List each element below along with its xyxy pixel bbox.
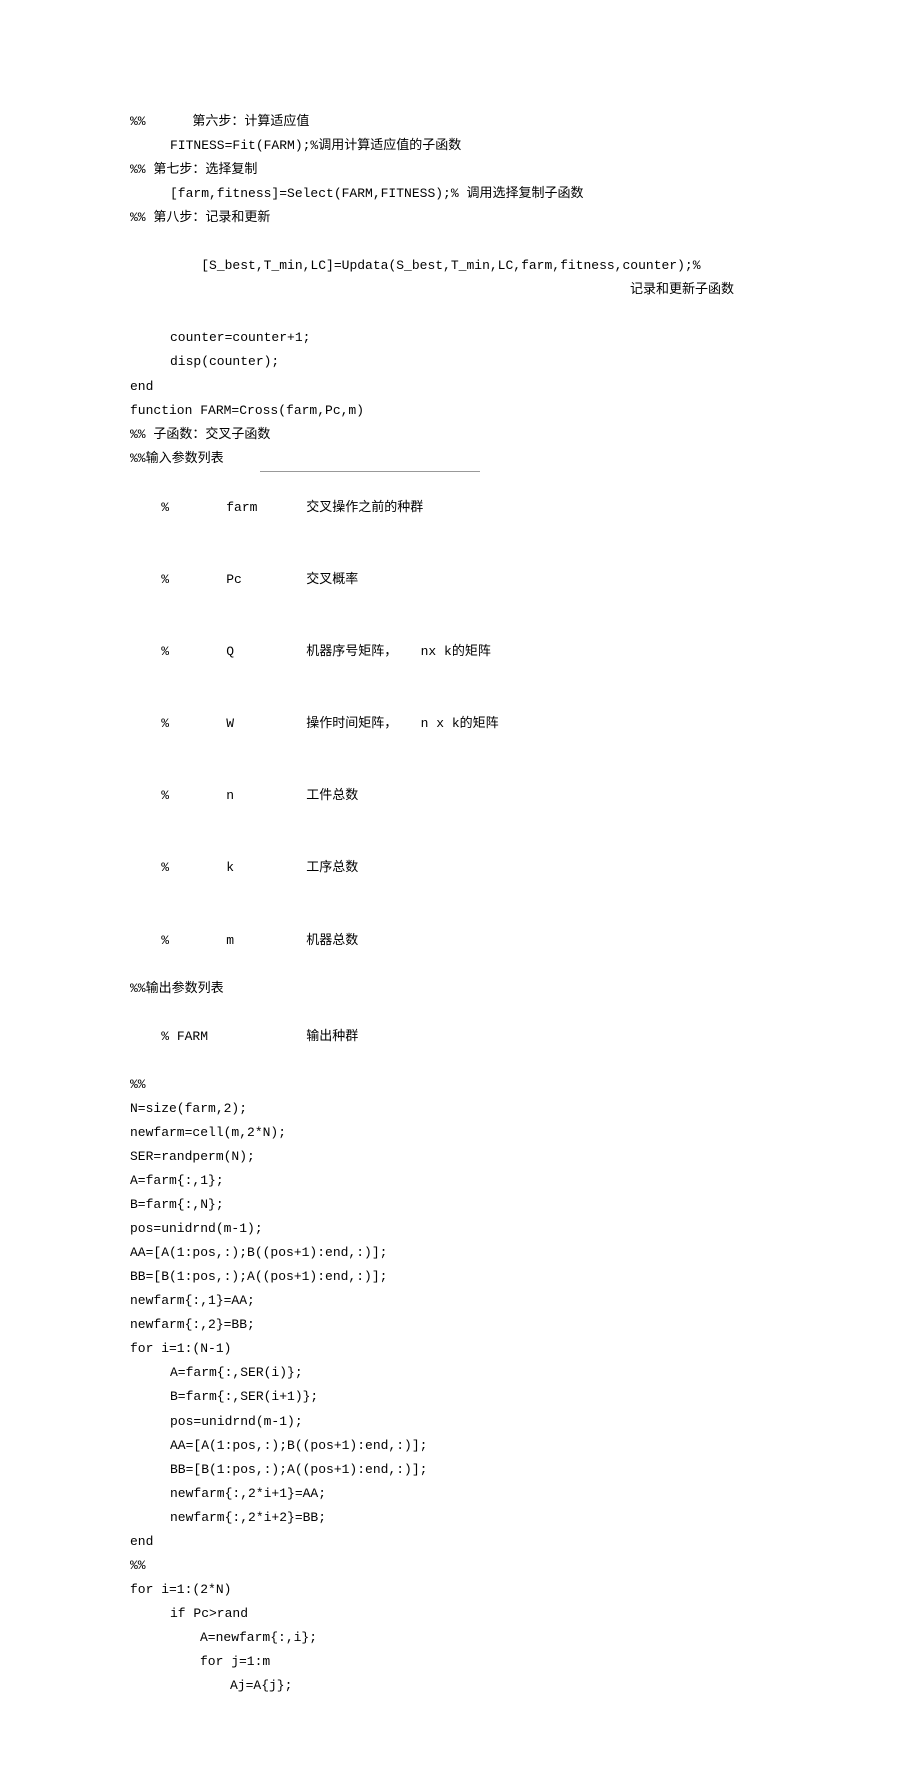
code-line: disp(counter); <box>130 350 800 374</box>
code-line: AA=[A(1:pos,:);B((pos+1):end,:)]; <box>130 1434 800 1458</box>
code-line: FITNESS=Fit(FARM);%调用计算适应值的子函数 <box>130 134 800 158</box>
code-line: %% <box>130 1073 800 1097</box>
code-line: Aj=A{j}; <box>130 1674 800 1698</box>
code-line: pos=unidrnd(m-1); <box>130 1410 800 1434</box>
param-desc: 工序总数 <box>306 856 358 880</box>
param-row: %m机器总数 <box>130 905 800 977</box>
param-name: Q <box>226 640 306 664</box>
code-line: %% 第六步：计算适应值 <box>130 110 800 134</box>
code-line: [S_best,T_min,LC]=Updata(S_best,T_min,LC… <box>130 230 800 326</box>
code-line: %% 第八步：记录和更新 <box>130 206 800 230</box>
document-page: %% 第六步：计算适应值 FITNESS=Fit(FARM);%调用计算适应值的… <box>0 0 920 1778</box>
code-line: function FARM=Cross(farm,Pc,m) <box>130 399 800 423</box>
param-name: farm <box>226 496 306 520</box>
code-line: %% <box>130 1554 800 1578</box>
param-desc: 机器总数 <box>306 929 358 953</box>
percent: % <box>161 496 226 520</box>
code-line: for j=1:m <box>130 1650 800 1674</box>
param-name: k <box>226 856 306 880</box>
param-name: % FARM <box>161 1025 306 1049</box>
param-row: %Pc交叉概率 <box>130 544 800 616</box>
code-line: counter=counter+1; <box>130 326 800 350</box>
code-line: newfarm=cell(m,2*N); <box>130 1121 800 1145</box>
code-line: AA=[A(1:pos,:);B((pos+1):end,:)]; <box>130 1241 800 1265</box>
code-line: %% 第七步：选择复制 <box>130 158 800 182</box>
param-row: %W操作时间矩阵， n x k的矩阵 <box>130 688 800 760</box>
param-name: Pc <box>226 568 306 592</box>
code-line: for i=1:(N-1) <box>130 1337 800 1361</box>
param-row: %Q机器序号矩阵， nx k的矩阵 <box>130 616 800 688</box>
param-desc: 操作时间矩阵， n x k的矩阵 <box>306 712 498 736</box>
code-line: B=farm{:,N}; <box>130 1193 800 1217</box>
param-desc: 输出种群 <box>306 1025 358 1049</box>
code-line: pos=unidrnd(m-1); <box>130 1217 800 1241</box>
code-line: BB=[B(1:pos,:);A((pos+1):end,:)]; <box>130 1265 800 1289</box>
code-line: A=farm{:,SER(i)}; <box>130 1361 800 1385</box>
percent: % <box>161 929 226 953</box>
param-name: W <box>226 712 306 736</box>
percent: % <box>161 640 226 664</box>
param-row: % FARM输出种群 <box>130 1001 800 1073</box>
code-text: [S_best,T_min,LC]=Updata(S_best,T_min,LC… <box>201 258 700 273</box>
code-line: BB=[B(1:pos,:);A((pos+1):end,:)]; <box>130 1458 800 1482</box>
param-row: %k工序总数 <box>130 832 800 904</box>
code-line: end <box>130 1530 800 1554</box>
code-line: SER=randperm(N); <box>130 1145 800 1169</box>
param-desc: 机器序号矩阵， nx k的矩阵 <box>306 640 491 664</box>
code-line: %%输出参数列表 <box>130 977 800 1001</box>
code-line: newfarm{:,1}=AA; <box>130 1289 800 1313</box>
percent: % <box>161 856 226 880</box>
percent: % <box>161 784 226 808</box>
param-desc: 交叉概率 <box>306 568 358 592</box>
code-line: newfarm{:,2*i+1}=AA; <box>130 1482 800 1506</box>
percent: % <box>161 568 226 592</box>
code-line: for i=1:(2*N) <box>130 1578 800 1602</box>
param-name: m <box>226 929 306 953</box>
code-line: newfarm{:,2*i+2}=BB; <box>130 1506 800 1530</box>
param-desc: 工件总数 <box>306 784 358 808</box>
param-name: n <box>226 784 306 808</box>
param-row: %n工件总数 <box>130 760 800 832</box>
code-line: A=farm{:,1}; <box>130 1169 800 1193</box>
code-line: end <box>130 375 800 399</box>
code-line: if Pc>rand <box>130 1602 800 1626</box>
code-line: %% 子函数：交叉子函数 <box>130 423 800 447</box>
code-line: %%输入参数列表 <box>130 447 800 471</box>
code-line: B=farm{:,SER(i+1)}; <box>130 1385 800 1409</box>
param-row: %farm交叉操作之前的种群 <box>130 472 800 544</box>
percent: % <box>161 712 226 736</box>
code-line: newfarm{:,2}=BB; <box>130 1313 800 1337</box>
code-line: [farm,fitness]=Select(FARM,FITNESS);% 调用… <box>130 182 800 206</box>
inline-comment: 记录和更新子函数 <box>630 278 734 302</box>
param-desc: 交叉操作之前的种群 <box>306 496 423 520</box>
code-line: N=size(farm,2); <box>130 1097 800 1121</box>
code-line: A=newfarm{:,i}; <box>130 1626 800 1650</box>
